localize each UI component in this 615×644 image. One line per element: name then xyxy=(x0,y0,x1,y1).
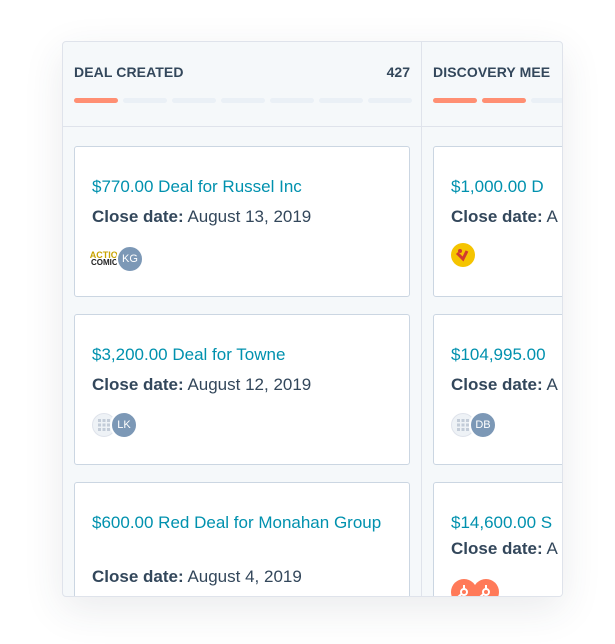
deal-name-link[interactable]: $3,200.00 Deal for Towne xyxy=(92,341,399,369)
pipeline-column-discovery-meeting: DISCOVERY MEE $1,000.00 D Close date: A xyxy=(422,42,562,596)
close-date-value: A xyxy=(546,539,558,558)
owner-avatar[interactable]: KG xyxy=(116,245,144,273)
card-associations: LK xyxy=(92,411,138,439)
close-date-label: Close date: xyxy=(451,207,543,226)
progress-segment xyxy=(221,98,265,103)
company-logo-icon[interactable] xyxy=(451,243,475,267)
progress-segment xyxy=(531,98,562,103)
close-date-value: August 4, 2019 xyxy=(187,567,302,586)
column-title: DISCOVERY MEE xyxy=(433,64,551,80)
column-header[interactable]: DEAL CREATED 427 xyxy=(63,42,421,127)
close-date-line: Close date: August 12, 2019 xyxy=(92,371,311,399)
deal-pipeline-board: DEAL CREATED 427 $770.00 Deal for Russel… xyxy=(62,41,563,597)
owner-avatar[interactable]: DB xyxy=(469,411,497,439)
progress-segment xyxy=(482,98,526,103)
close-date-line: Close date: A xyxy=(451,203,558,231)
deal-name-link[interactable]: $600.00 Red Deal for Monahan Group xyxy=(92,509,399,537)
card-associations: ACTION COMICS KG xyxy=(90,245,144,273)
deal-card[interactable]: $3,200.00 Deal for Towne Close date: Aug… xyxy=(74,314,410,465)
close-date-value: A xyxy=(546,207,558,226)
progress-segment xyxy=(123,98,167,103)
deal-card[interactable]: $600.00 Red Deal for Monahan Group Close… xyxy=(74,482,410,596)
close-date-line: Close date: A xyxy=(451,535,558,563)
close-date-value: August 12, 2019 xyxy=(187,375,312,394)
progress-segment xyxy=(74,98,118,103)
close-date-line: Close date: August 13, 2019 xyxy=(92,203,311,231)
deal-card[interactable]: $14,600.00 S Close date: A xyxy=(433,482,562,596)
deal-name-link[interactable]: $104,995.00 xyxy=(451,341,562,369)
deal-card[interactable]: $104,995.00 Close date: A DB xyxy=(433,314,562,465)
card-associations: DB xyxy=(451,411,497,439)
card-associations xyxy=(451,243,475,267)
close-date-value: August 13, 2019 xyxy=(187,207,312,226)
close-date-label: Close date: xyxy=(92,207,184,226)
close-date-label: Close date: xyxy=(92,375,184,394)
close-date-label: Close date: xyxy=(451,539,543,558)
stage-progress-bar xyxy=(74,98,412,103)
deal-card[interactable]: $1,000.00 D Close date: A xyxy=(433,146,562,297)
close-date-value: A xyxy=(546,375,558,394)
hubspot-logo-icon[interactable] xyxy=(473,579,499,596)
column-header[interactable]: DISCOVERY MEE xyxy=(422,42,562,127)
close-date-line: Close date: August 4, 2019 xyxy=(92,563,302,591)
deal-card[interactable]: $770.00 Deal for Russel Inc Close date: … xyxy=(74,146,410,297)
column-title: DEAL CREATED xyxy=(74,64,184,80)
card-associations xyxy=(451,579,499,596)
owner-avatar[interactable]: LK xyxy=(110,411,138,439)
progress-segment xyxy=(172,98,216,103)
close-date-line: Close date: A xyxy=(451,371,558,399)
progress-segment xyxy=(270,98,314,103)
deal-name-link[interactable]: $1,000.00 D xyxy=(451,173,562,201)
close-date-label: Close date: xyxy=(92,567,184,586)
progress-segment xyxy=(319,98,363,103)
deal-name-link[interactable]: $770.00 Deal for Russel Inc xyxy=(92,173,399,201)
column-deal-count: 427 xyxy=(386,64,410,80)
pipeline-column-deal-created: DEAL CREATED 427 $770.00 Deal for Russel… xyxy=(63,42,422,596)
stage-progress-bar xyxy=(433,98,562,103)
close-date-label: Close date: xyxy=(451,375,543,394)
deal-name-link[interactable]: $14,600.00 S xyxy=(451,509,562,537)
progress-segment xyxy=(433,98,477,103)
progress-segment xyxy=(368,98,412,103)
